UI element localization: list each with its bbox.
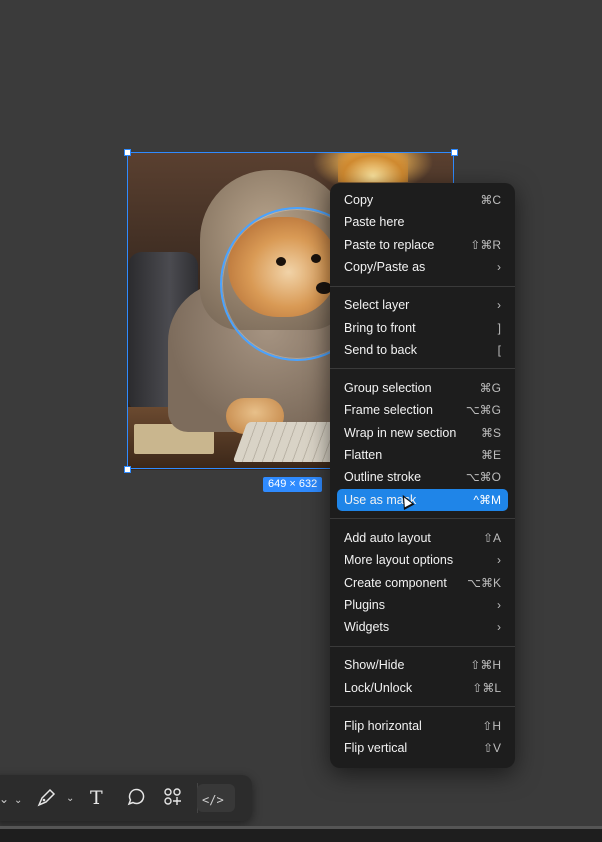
menu-item-shortcut: ⇧⌘L (472, 680, 501, 695)
menu-item-frame-selection[interactable]: Frame selection ⌥⌘G (337, 399, 508, 421)
pen-tool[interactable] (35, 787, 57, 815)
text-icon: T (90, 787, 103, 809)
resize-handle-top-right[interactable] (451, 149, 458, 156)
menu-item-shortcut: ⌘G (479, 380, 501, 395)
menu-item-label: Flip horizontal (344, 718, 422, 733)
menu-item-shortcut: ⇧⌘R (470, 237, 501, 252)
menu-item-copy-paste-as[interactable]: Copy/Paste as › (337, 256, 508, 278)
menu-separator (330, 368, 515, 370)
menu-item-widgets[interactable]: Widgets › (337, 616, 508, 638)
resize-handle-bottom-left[interactable] (124, 466, 131, 473)
submenu-chevron-icon: › (497, 597, 501, 612)
menu-item-shortcut: ⌥⌘K (467, 575, 501, 590)
menu-item-use-as-mask[interactable]: Use as mask ^⌘M (337, 488, 508, 511)
menu-item-label: Create component (344, 575, 447, 590)
menu-item-plugins[interactable]: Plugins › (337, 594, 508, 616)
comment-icon (127, 788, 145, 806)
menu-item-label: Show/Hide (344, 658, 405, 673)
chevron-down-icon: ⌄ (14, 795, 23, 806)
menu-item-shortcut: ⌘S (480, 425, 501, 440)
menu-item-select-layer[interactable]: Select layer › (337, 294, 508, 316)
bottom-toolbar: ⌄ ⌄ ⌄ T </> (0, 775, 252, 821)
code-icon: </> (202, 793, 224, 807)
menu-item-flip-horizontal[interactable]: Flip horizontal ⇧H (337, 715, 508, 737)
menu-item-more-layout-options[interactable]: More layout options › (337, 549, 508, 571)
menu-item-label: Lock/Unlock (344, 680, 413, 695)
submenu-chevron-icon: › (497, 620, 501, 635)
menu-item-add-auto-layout[interactable]: Add auto layout ⇧A (337, 527, 508, 549)
menu-separator (330, 285, 515, 287)
menu-item-bring-to-front[interactable]: Bring to front] (337, 317, 508, 339)
menu-item-label: Outline stroke (344, 470, 422, 485)
submenu-chevron-icon: › (497, 260, 501, 275)
menu-item-label: Plugins (344, 597, 385, 612)
menu-item-paste-here[interactable]: Paste here (337, 211, 508, 233)
actions-tool[interactable] (163, 787, 183, 813)
shape-tool-chevron[interactable]: ⌄ (14, 787, 22, 812)
actions-icon (164, 788, 181, 805)
menu-separator (330, 518, 515, 520)
menu-separator (330, 645, 515, 647)
menu-item-label: Flip vertical (344, 740, 408, 755)
context-menu: Copy ⌘C Paste here Paste to replace ⇧⌘R Copy/… (330, 183, 515, 768)
menu-item-copy[interactable]: Copy ⌘C (337, 189, 508, 211)
menu-item-group-selection[interactable]: Group selection ⌘G (337, 377, 508, 399)
menu-item-label: Add auto layout (344, 530, 431, 545)
submenu-chevron-icon: › (497, 553, 501, 568)
menu-item-label: Frame selection (344, 403, 433, 418)
menu-item-label: Flatten (344, 448, 383, 462)
menu-item-label: Paste to replace (344, 237, 435, 252)
menu-separator (330, 706, 515, 707)
menu-item-shortcut: ⇧H (482, 718, 501, 733)
menu-item-send-to-back[interactable]: Send to back [ (337, 339, 508, 361)
menu-item-shortcut: ⌘E (480, 448, 501, 462)
menu-item-shortcut: ⇧A (482, 530, 501, 545)
dimensions-badge: 649 × 632 (263, 477, 323, 492)
bottom-bar (0, 826, 602, 842)
menu-item-shortcut: ⌥⌘G (465, 403, 501, 418)
comment-tool[interactable] (126, 787, 146, 813)
menu-item-label: Group selection (344, 380, 432, 395)
menu-item-shortcut: ⌥⌘O (465, 470, 501, 485)
text-tool[interactable]: T (90, 787, 103, 809)
menu-item-outline-stroke[interactable]: Outline stroke ⌥⌘O (337, 466, 508, 488)
menu-item-label: Select layer (344, 298, 410, 313)
menu-item-lock-unlock[interactable]: Lock/Unlock ⇧⌘L (337, 677, 508, 699)
menu-item-label: Wrap in new section (344, 425, 457, 440)
menu-item-shortcut: [ (497, 342, 501, 357)
menu-item-create-component[interactable]: Create component ⌥⌘K (337, 572, 508, 594)
menu-item-shortcut: ^⌘M (473, 492, 501, 507)
menu-item-label: Copy (344, 193, 374, 207)
menu-item-shortcut: ⌘C (480, 193, 501, 207)
chevron-down-icon[interactable]: ⌄ (0, 788, 9, 810)
menu-item-show-hide[interactable]: Show/Hide ⇧⌘H (337, 654, 508, 676)
menu-item-paste-to-replace[interactable]: Paste to replace ⇧⌘R (337, 234, 508, 256)
menu-item-label: Send to back (344, 342, 417, 357)
menu-item-wrap-in-new-section[interactable]: Wrap in new section ⌘S (337, 422, 508, 444)
resize-handle-top-left[interactable] (124, 149, 131, 156)
menu-item-label: Copy/Paste as (344, 260, 426, 275)
menu-item-flip-vertical[interactable]: Flip vertical ⇧V (337, 737, 508, 759)
menu-item-flatten[interactable]: Flatten ⌘E (337, 444, 508, 466)
menu-item-shortcut: ⇧V (482, 740, 501, 755)
pen-icon (37, 788, 56, 807)
menu-item-label: Widgets (344, 620, 390, 635)
submenu-chevron-icon: › (497, 298, 501, 313)
menu-item-shortcut: ⇧⌘H (470, 658, 501, 673)
pen-tool-chevron[interactable]: ⌄ (66, 788, 74, 810)
menu-item-label: Bring to front (344, 320, 416, 335)
menu-item-label: More layout options (344, 553, 454, 568)
menu-item-shortcut: ] (497, 320, 501, 335)
menu-item-label: Paste here (344, 215, 405, 230)
